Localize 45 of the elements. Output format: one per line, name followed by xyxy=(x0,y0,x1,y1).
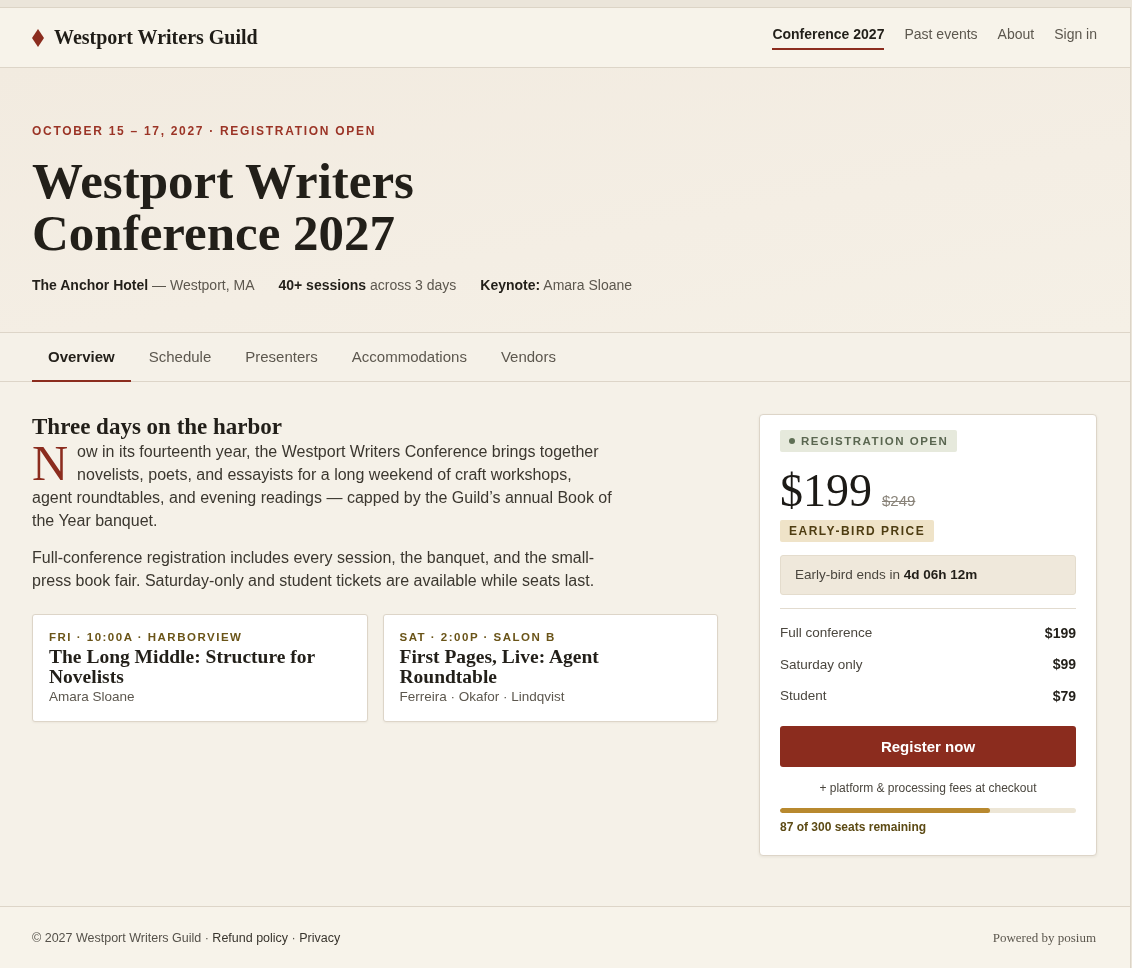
event-title: Westport Writers Conference 2027 xyxy=(32,155,415,259)
tab[interactable]: Schedule xyxy=(132,333,228,382)
event-fact: The Anchor Hotel — Westport, MA xyxy=(32,276,255,295)
status-dot-icon xyxy=(789,438,795,444)
body-paragraph: Full-conference registration includes every session, the banquet, and the small-press book fair. Saturday-only and student tickets are available while seats last. xyxy=(32,548,596,591)
session-card[interactable]: FRI · 10:00A · HARBORVIEW The Long Middle: Structure for Novelists Amara Sloane xyxy=(32,614,368,722)
seats-remaining: 87 of 300 seats remaining xyxy=(780,818,928,835)
session-title: First Pages, Live: Agent Roundtable xyxy=(399,647,600,687)
tab[interactable]: Overview xyxy=(32,333,131,382)
ticket-price: $199 xyxy=(1044,624,1076,641)
session-speakers: Ferreira · Okafor · Lindqvist xyxy=(399,688,566,705)
brand-name[interactable]: Westport Writers Guild xyxy=(54,26,258,49)
nav-link[interactable]: Conference 2027 xyxy=(772,25,885,50)
register-button[interactable]: Register now xyxy=(780,725,1076,767)
ticket-price: $79 xyxy=(1052,687,1076,704)
event-dates: OCTOBER 15 – 17, 2027 · REGISTRATION OPEN xyxy=(32,124,377,138)
session-time: FRI · 10:00A · HARBORVIEW xyxy=(49,630,244,644)
diamond-icon xyxy=(32,28,44,47)
nav-link[interactable]: About xyxy=(997,25,1035,50)
tab[interactable]: Presenters xyxy=(229,333,334,382)
ticket-price: $99 xyxy=(1052,656,1076,673)
footer-link[interactable]: Refund policy xyxy=(212,930,289,945)
status-label: REGISTRATION OPEN xyxy=(801,435,949,447)
event-fact: Keynote: Amara Sloane xyxy=(480,276,633,295)
nav-link[interactable]: Past events xyxy=(904,25,978,50)
nav-link[interactable]: Sign in xyxy=(1054,25,1097,50)
price: $199 xyxy=(780,468,872,514)
session-card[interactable]: SAT · 2:00P · SALON B First Pages, Live: Agent Roundtable Ferreira · Okafor · Lindqvist xyxy=(382,614,718,722)
price-tag: EARLY-BIRD PRICE xyxy=(780,520,935,542)
session-title: The Long Middle: Structure for Novelists xyxy=(49,647,316,687)
old-price: $249 xyxy=(882,492,916,509)
event-fact: 40+ sessions across 3 days xyxy=(278,276,457,295)
tab[interactable]: Vendors xyxy=(484,333,572,382)
ticket-name: Saturday only xyxy=(780,656,863,672)
section-heading: Three days on the harbor xyxy=(32,414,284,440)
session-speakers: Amara Sloane xyxy=(49,688,136,705)
powered-by: Powered by posium xyxy=(992,929,1096,946)
footer-link[interactable]: Privacy xyxy=(299,930,341,945)
tab[interactable]: Accommodations xyxy=(335,333,483,382)
session-time: SAT · 2:00P · SALON B xyxy=(399,630,557,644)
countdown-notice: Early-bird ends in 4d 06h 12m xyxy=(780,555,1076,595)
ticket-name: Full conference xyxy=(780,625,873,641)
fees-note: + platform & processing fees at checkout xyxy=(818,779,1038,796)
footer-text: © 2027 Westport Writers Guild · Refund policy · Privacy xyxy=(32,930,341,945)
ticket-name: Student xyxy=(780,688,827,704)
